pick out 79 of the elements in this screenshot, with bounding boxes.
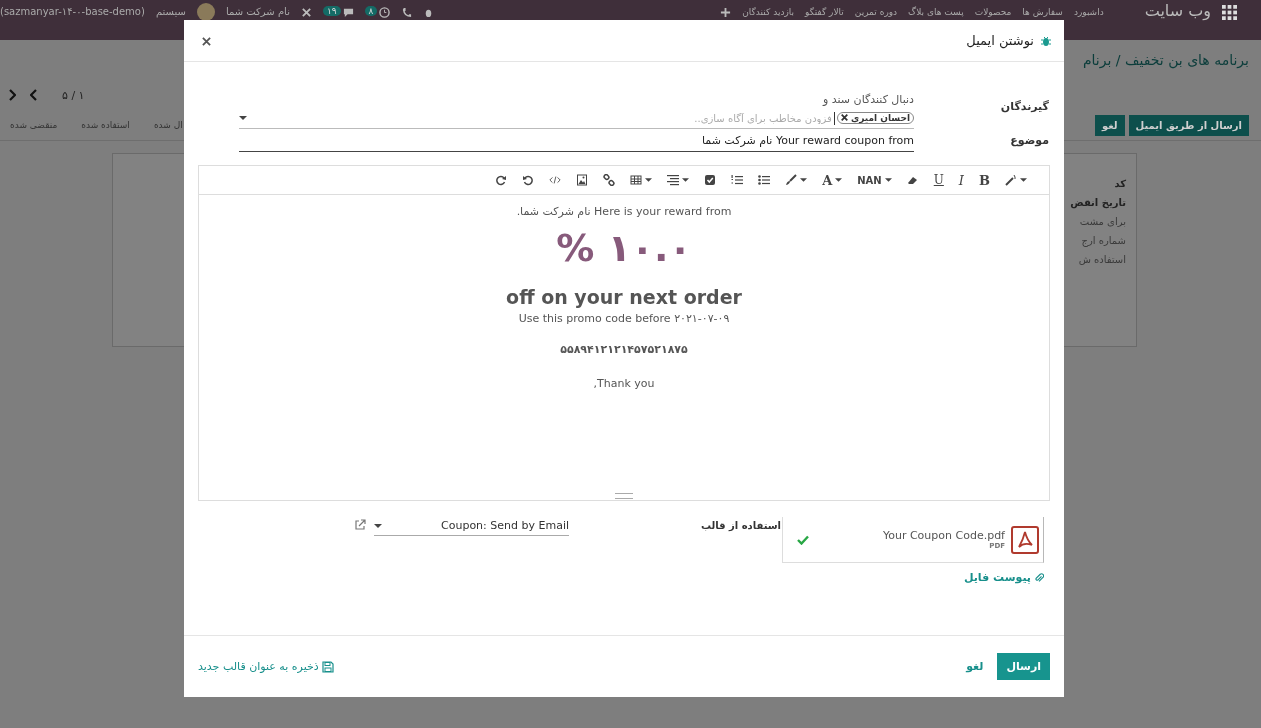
breadcrumb[interactable]: برنامه های بن تخفیف / برنام — [1082, 52, 1249, 68]
card-text: شماره ارج — [1081, 235, 1126, 246]
caret-icon — [374, 523, 382, 528]
send-button[interactable]: ارسال — [997, 653, 1050, 680]
bullet-list-icon[interactable] — [758, 174, 771, 186]
close-icon — [202, 37, 211, 46]
caret-icon — [835, 178, 843, 182]
menu-item[interactable]: سفارش ها — [1022, 7, 1063, 17]
card-text: استفاده ش — [1078, 254, 1126, 265]
code-view-icon[interactable] — [549, 174, 562, 186]
font-color-dropdown[interactable]: A — [822, 172, 843, 188]
numbered-list-icon[interactable] — [731, 174, 744, 186]
body-text: Use this promo code before ۲۰۲۱-۰۷-۰۹ — [518, 311, 730, 327]
attach-file-link[interactable]: پیوست فایل — [963, 571, 1044, 584]
menu-item[interactable]: دوره تمرین — [854, 7, 898, 17]
underline-button[interactable]: U — [933, 173, 944, 187]
magic-wand-icon[interactable] — [1005, 174, 1027, 186]
template-select[interactable]: Coupon: Send by Email — [374, 517, 569, 536]
eraser-icon[interactable] — [906, 174, 919, 186]
menu-item[interactable]: داشبورد — [1073, 7, 1104, 17]
resize-handle[interactable] — [615, 493, 633, 499]
user-name[interactable]: سیستم — [155, 6, 186, 17]
pager-text: ۵ / ۱ — [62, 88, 85, 102]
pdf-file-icon — [1011, 525, 1039, 554]
card-text: کد — [1114, 178, 1126, 189]
subject-field[interactable]: Your reward coupon from نام شرکت شما — [239, 132, 914, 152]
attachment-name: Your Coupon Code.pdf — [882, 529, 1005, 542]
redo-icon[interactable] — [495, 174, 508, 186]
message-badge: ۱۹ — [322, 6, 341, 16]
activity-badge: ۸ — [364, 6, 378, 16]
status-step[interactable]: منقضی شده — [0, 120, 68, 130]
avatar-icon[interactable] — [196, 3, 215, 21]
promo-code: ۵۵۸۹۴۱۲۱۲۱۴۵۷۵۲۱۸۷۵ — [560, 342, 688, 358]
apps-grid-icon[interactable] — [1222, 5, 1237, 20]
clock-icon[interactable] — [379, 7, 391, 18]
recipients-field[interactable]: احسان امیری فزودن مخاطب برای آگاه سازی.. — [239, 108, 914, 129]
table-icon[interactable] — [630, 174, 653, 186]
chevron-right-icon[interactable] — [8, 89, 16, 101]
body-text: Here is your reward from نام شرکت شما. — [516, 204, 732, 220]
company-name[interactable]: نام شرکت شما — [225, 6, 290, 17]
database-name: (sazmanyar-۱۴-۰-base-demo) — [0, 6, 145, 17]
checkbox-icon[interactable] — [704, 174, 717, 186]
chevron-left-icon[interactable] — [30, 89, 38, 101]
background-button[interactable]: لغو — [1094, 114, 1125, 136]
menu-item[interactable]: بازدید کنندگان — [742, 7, 794, 17]
field-label: موضوع — [1009, 133, 1049, 149]
app-title[interactable]: وب سایت — [1144, 1, 1211, 20]
align-icon[interactable] — [667, 174, 690, 186]
template-label: استفاده از قالب — [699, 519, 781, 531]
dialog-title: نوشتن ایمیل — [966, 33, 1034, 48]
phone-icon[interactable] — [401, 7, 413, 18]
field-label: گیرندگان — [999, 99, 1049, 115]
font-size-dropdown[interactable]: NAN — [857, 174, 892, 186]
italic-button[interactable]: I — [958, 172, 964, 188]
brush-icon[interactable] — [785, 174, 808, 186]
caret-icon — [884, 178, 892, 182]
discount-amount: % ۱۰.۰ — [556, 225, 692, 272]
card-text: برای مشت — [1079, 216, 1126, 227]
body-text: Thank you, — [593, 376, 655, 392]
save-template-link[interactable]: ذخیره به عنوان قالب جدید — [198, 660, 334, 673]
plus-icon[interactable] — [720, 7, 732, 18]
undo-icon[interactable] — [522, 174, 535, 186]
remove-icon[interactable] — [840, 114, 848, 121]
card-text: تاریخ انقض — [1070, 197, 1126, 208]
menu-item[interactable]: تالار گفتگو — [805, 7, 844, 17]
bold-button[interactable]: B — [979, 172, 990, 188]
menu-item[interactable]: پست های بلاگ — [908, 7, 964, 17]
body-heading: off on your next order — [506, 285, 742, 310]
caret-icon[interactable] — [239, 116, 247, 120]
chat-icon[interactable] — [342, 7, 354, 18]
link-icon[interactable] — [603, 174, 616, 186]
cancel-button[interactable]: لغو — [960, 653, 990, 680]
status-step[interactable]: استفاده شده — [71, 120, 140, 130]
background-button[interactable]: ارسال از طریق ایمیل — [1128, 114, 1249, 136]
image-icon[interactable] — [576, 174, 589, 186]
paperclip-icon — [1034, 572, 1044, 583]
followers-text: دنبال کنندگان سند و — [821, 92, 914, 108]
menu-item[interactable]: محصولات — [974, 7, 1012, 17]
external-link-icon[interactable] — [354, 519, 366, 531]
